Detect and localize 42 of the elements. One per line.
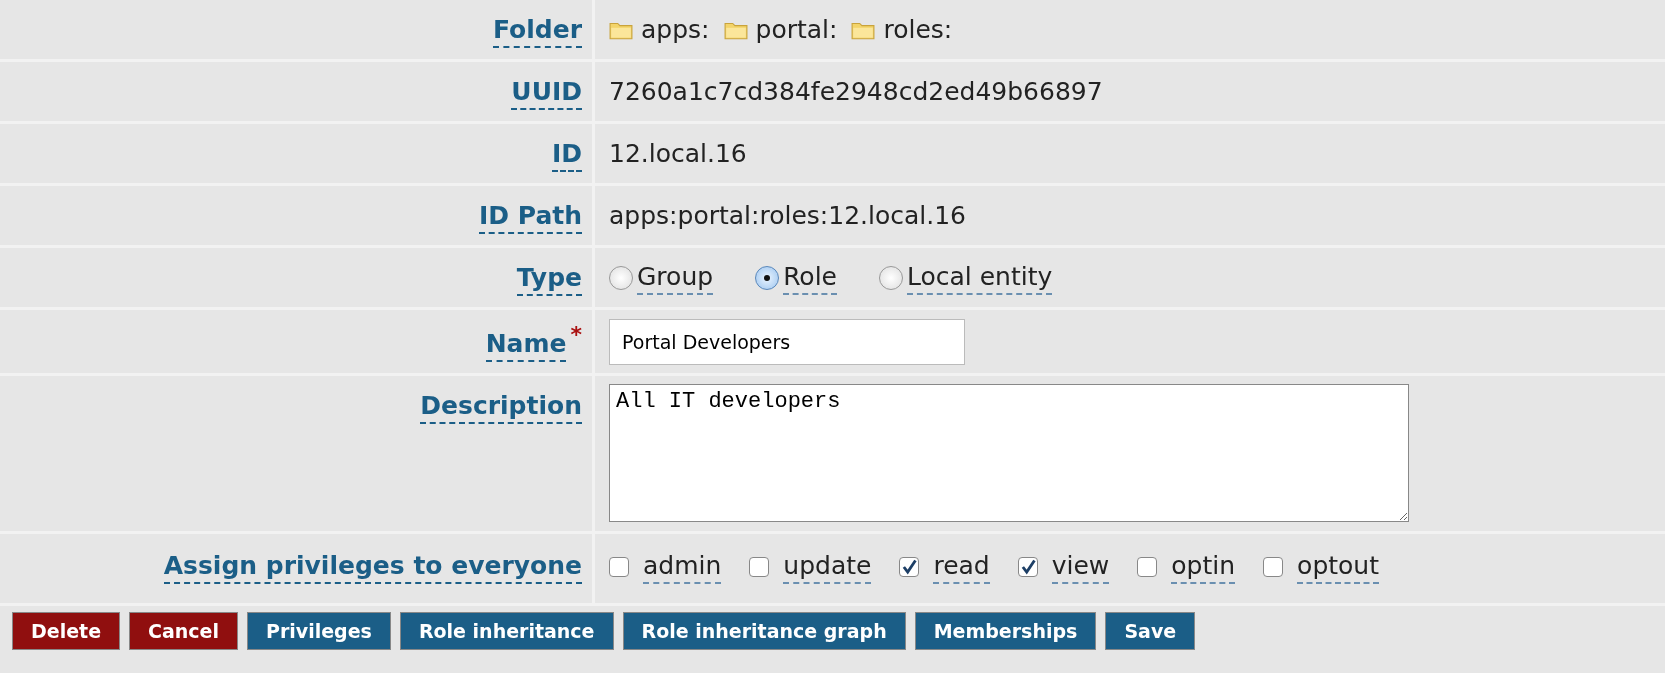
radio-button[interactable] bbox=[755, 265, 780, 290]
field-label: ID Path bbox=[478, 200, 582, 234]
folder-link[interactable]: portal: bbox=[755, 13, 838, 46]
checkbox-label[interactable]: optin bbox=[1171, 550, 1236, 584]
field-label: UUID bbox=[511, 76, 582, 110]
checkbox-label[interactable]: admin bbox=[643, 550, 722, 584]
checkbox[interactable] bbox=[1137, 557, 1158, 577]
field-value: apps:portal:roles:12.local.16 bbox=[609, 199, 966, 232]
field-label: ID bbox=[551, 138, 582, 172]
action-button[interactable]: Privileges bbox=[247, 612, 391, 650]
checkbox-label[interactable]: optout bbox=[1297, 550, 1379, 584]
radio-button[interactable] bbox=[609, 265, 633, 290]
radio-label[interactable]: Group bbox=[637, 260, 714, 295]
action-button[interactable]: Memberships bbox=[914, 612, 1097, 650]
checkbox[interactable] bbox=[749, 557, 770, 577]
checkbox-label[interactable]: read bbox=[933, 550, 990, 584]
checkbox[interactable] bbox=[899, 557, 920, 577]
required-icon: * bbox=[570, 322, 582, 348]
radio-label[interactable]: Local entity bbox=[907, 260, 1053, 295]
field-label: Type bbox=[516, 262, 582, 296]
field-label: Name bbox=[485, 328, 567, 362]
field-value: 7260a1c7cd384fe2948cd2ed49b66897 bbox=[609, 75, 1103, 108]
name-field[interactable]: Portal Developers bbox=[609, 318, 965, 365]
field-label: Folder bbox=[493, 14, 582, 48]
action-button[interactable]: Role inheritance bbox=[399, 612, 614, 650]
folder-link[interactable]: apps: bbox=[641, 13, 710, 46]
description-field[interactable]: All IT developers bbox=[609, 384, 1409, 522]
action-button[interactable]: Save bbox=[1105, 612, 1196, 650]
checkbox[interactable] bbox=[609, 557, 629, 577]
field-value: 12.local.16 bbox=[609, 137, 747, 170]
field-label: Description bbox=[420, 390, 582, 424]
folder-link[interactable]: roles: bbox=[883, 13, 953, 46]
checkbox-label[interactable]: view bbox=[1051, 550, 1110, 584]
action-button[interactable]: Cancel bbox=[129, 612, 238, 650]
action-button[interactable]: Role inheritance graph bbox=[622, 612, 906, 650]
field-label: Assign privileges to everyone bbox=[163, 550, 582, 584]
checkbox-label[interactable]: update bbox=[783, 550, 872, 584]
checkbox[interactable] bbox=[1263, 557, 1284, 577]
radio-button[interactable] bbox=[879, 265, 903, 290]
radio-label[interactable]: Role bbox=[783, 260, 837, 295]
action-button[interactable]: Delete bbox=[12, 612, 121, 650]
checkbox[interactable] bbox=[1017, 557, 1038, 577]
